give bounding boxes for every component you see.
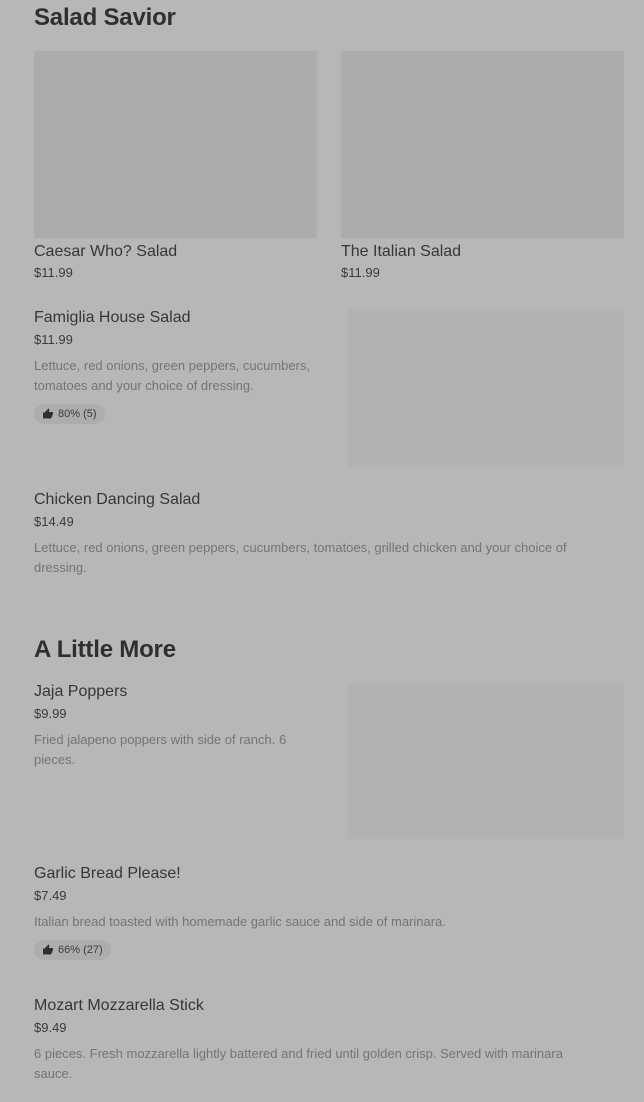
rating-badge: 66% (27) xyxy=(34,940,111,960)
item-image-placeholder xyxy=(34,51,317,238)
item-price: $14.49 xyxy=(34,514,74,529)
item-price: $11.99 xyxy=(341,265,380,280)
thumbs-up-icon xyxy=(42,408,54,420)
featured-item-caesar[interactable]: Caesar Who? Salad $11.99 xyxy=(34,51,317,280)
rating-badge: 80% (5) xyxy=(34,404,105,424)
item-description: Lettuce, red onions, green peppers, cucu… xyxy=(34,358,311,393)
item-description: Fried jalapeno poppers with side of ranc… xyxy=(34,732,287,767)
item-price: $7.49 xyxy=(34,888,67,903)
menu-item-mozart-mozzarella-stick[interactable]: Mozart Mozzarella Stick $9.49 6 pieces. … xyxy=(34,997,624,1084)
item-name: Mozart Mozzarella Stick xyxy=(34,997,204,1014)
item-name: Garlic Bread Please! xyxy=(34,865,181,882)
section-title-a-little-more: A Little More xyxy=(34,636,176,663)
item-image-placeholder xyxy=(341,51,624,238)
menu-item-garlic-bread[interactable]: Garlic Bread Please! $7.49 Italian bread… xyxy=(34,865,624,961)
item-name: Caesar Who? Salad xyxy=(34,243,178,260)
featured-item-italian[interactable]: The Italian Salad $11.99 xyxy=(341,51,624,280)
item-description: 6 pieces. Fresh mozzarella lightly batte… xyxy=(34,1046,563,1081)
item-description: Lettuce, red onions, green peppers, cucu… xyxy=(34,540,567,575)
item-price: $9.49 xyxy=(34,1020,67,1035)
menu-item-famiglia-house-salad[interactable]: Famiglia House Salad $11.99 Lettuce, red… xyxy=(34,309,624,469)
rating-text: 80% (5) xyxy=(58,408,97,420)
item-price: $11.99 xyxy=(34,265,73,280)
menu-item-jaja-poppers[interactable]: Jaja Poppers $9.99 Fried jalapeno popper… xyxy=(34,683,624,841)
item-image-placeholder xyxy=(348,309,624,467)
item-name: The Italian Salad xyxy=(341,243,462,260)
featured-grid: Caesar Who? Salad $11.99 The Italian Sal… xyxy=(34,51,624,280)
item-description: Italian bread toasted with homemade garl… xyxy=(34,914,446,929)
item-name: Chicken Dancing Salad xyxy=(34,491,201,508)
section-title-salad-savior: Salad Savior xyxy=(34,4,176,31)
menu-item-chicken-dancing-salad[interactable]: Chicken Dancing Salad $14.49 Lettuce, re… xyxy=(34,491,624,578)
thumbs-up-icon xyxy=(42,944,54,956)
item-image-placeholder xyxy=(348,683,624,839)
rating-text: 66% (27) xyxy=(58,944,103,956)
